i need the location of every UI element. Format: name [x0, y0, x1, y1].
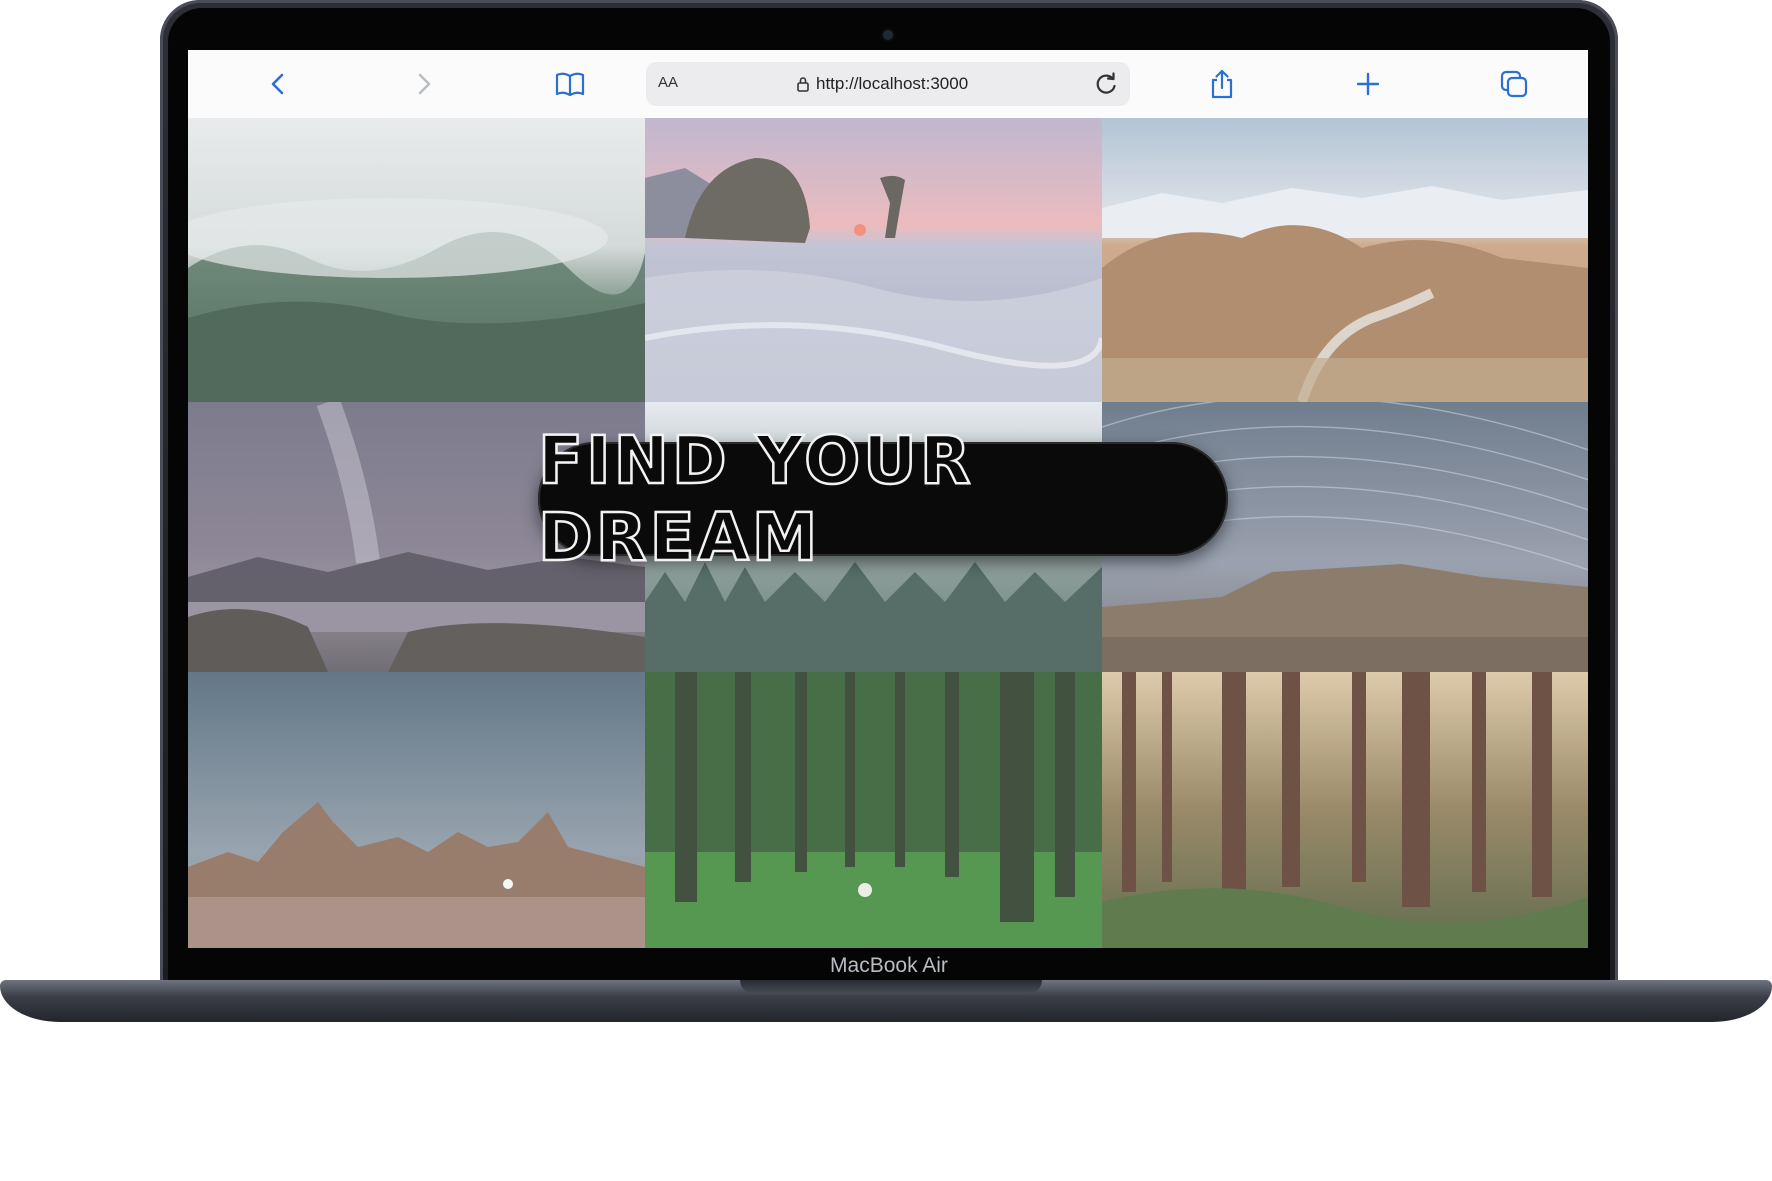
headline-badge: FIND YOUR DREAM [537, 421, 1228, 577]
device-label: MacBook Air [830, 954, 948, 977]
headline-text: FIND YOUR DREAM [537, 421, 974, 578]
url-display[interactable]: http://localhost:3000 [796, 74, 968, 94]
plus-icon [1356, 72, 1380, 96]
url-text: http://localhost:3000 [816, 74, 969, 93]
bookmarks-button[interactable] [552, 66, 588, 102]
chevron-right-icon [418, 73, 431, 95]
back-button[interactable] [260, 66, 296, 102]
gallery-image-night-desert-pinnacles [188, 672, 645, 948]
gallery-image-redwood-forest [1102, 672, 1588, 948]
browser-screen: AA http://localhost:3000 FIND YOUR DREAM [188, 50, 1588, 948]
text-size-button[interactable]: AA [658, 74, 678, 91]
laptop-hinge-notch [740, 980, 1042, 994]
chevron-left-icon [271, 73, 284, 95]
share-button[interactable] [1204, 66, 1240, 102]
address-bar[interactable]: AA http://localhost:3000 [646, 62, 1130, 106]
book-icon [555, 72, 585, 97]
share-icon [1211, 69, 1233, 99]
laptop-lid: AA http://localhost:3000 FIND YOUR DREAM… [160, 0, 1618, 985]
tabs-overview-button[interactable] [1496, 66, 1532, 102]
gallery-image-sea-rocks-sunset [645, 118, 1102, 402]
new-tab-button[interactable] [1350, 66, 1386, 102]
camera-icon [883, 30, 893, 40]
laptop-mockup: AA http://localhost:3000 FIND YOUR DREAM… [0, 0, 1772, 1181]
browser-toolbar: AA http://localhost:3000 [188, 50, 1588, 119]
reload-icon[interactable] [1092, 70, 1120, 98]
gallery-image-foggy-forest [188, 118, 645, 402]
lock-icon [797, 77, 809, 92]
gallery-image-green-forest-hiker [645, 672, 1102, 948]
forward-button[interactable] [406, 66, 442, 102]
tabs-icon [1500, 70, 1528, 98]
gallery-image-desert-mountains [1102, 118, 1588, 402]
